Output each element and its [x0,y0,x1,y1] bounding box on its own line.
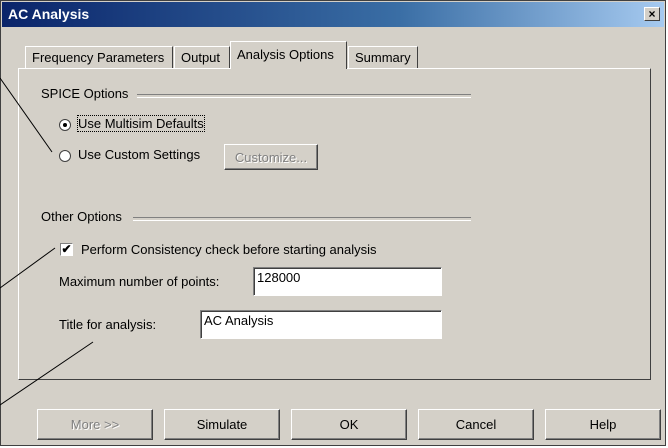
tab-label: Analysis Options [237,47,334,62]
callout-line-title [0,341,94,406]
tab-analysis-options[interactable]: Analysis Options [230,41,347,69]
callout-line-consistency [0,247,56,289]
callout-line-spice [0,77,53,153]
